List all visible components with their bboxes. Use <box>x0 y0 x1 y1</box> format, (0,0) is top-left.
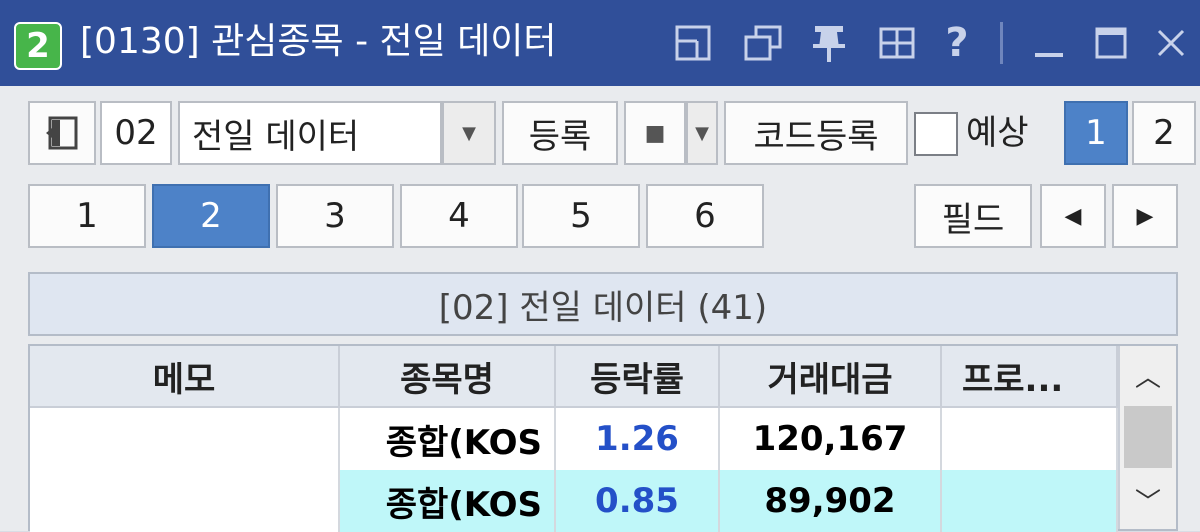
scroll-right-icon[interactable]: ▶ <box>1112 184 1178 248</box>
change-rate-cell: 1.26 <box>556 408 720 470</box>
title-separator <box>1000 22 1003 64</box>
window-number-badge: 2 <box>14 22 62 70</box>
layout-icon[interactable] <box>666 18 720 68</box>
group-header: [02] 전일 데이터 (41) <box>28 272 1178 336</box>
group-number-field[interactable]: 02 <box>100 101 172 165</box>
toggle-panel-button[interactable] <box>28 101 96 165</box>
code-register-button[interactable]: 코드등록 <box>724 101 908 165</box>
scroll-left-icon[interactable]: ◀ <box>1040 184 1106 248</box>
group-name-select[interactable]: 전일 데이터 <box>178 101 442 165</box>
table-row[interactable]: 종합(KOS 0.85 89,902 <box>30 470 1118 532</box>
page-tab-1[interactable]: 1 <box>1064 101 1128 165</box>
scroll-up-icon[interactable]: ︿ <box>1120 346 1176 404</box>
grid-icon[interactable] <box>870 18 924 68</box>
close-icon[interactable] <box>1146 18 1196 68</box>
side-panel-icon <box>46 116 78 150</box>
view-tab-5[interactable]: 5 <box>522 184 640 248</box>
view-tab-2[interactable]: 2 <box>152 184 270 248</box>
window-title: [0130] 관심종목 - 전일 데이터 <box>80 21 557 62</box>
maximize-icon[interactable] <box>1084 18 1138 68</box>
stock-name-cell: 종합(KOS <box>340 408 556 470</box>
program-cell <box>942 408 1118 470</box>
chevron-down-icon[interactable]: ▼ <box>442 101 496 165</box>
register-button[interactable]: 등록 <box>502 101 618 165</box>
color-marker-button[interactable]: ■ <box>624 101 686 165</box>
minimize-icon[interactable] <box>1024 18 1074 68</box>
trade-amount-cell: 89,902 <box>720 470 942 532</box>
view-tab-1[interactable]: 1 <box>28 184 146 248</box>
pin-icon[interactable] <box>804 18 854 68</box>
scrollbar-thumb[interactable] <box>1124 406 1172 468</box>
trade-amount-cell: 120,167 <box>720 408 942 470</box>
chevron-down-icon[interactable]: ▼ <box>686 101 718 165</box>
forecast-label: 예상 <box>966 113 1029 153</box>
memo-cell[interactable] <box>30 470 340 532</box>
column-header-change[interactable]: 등락률 <box>556 346 720 408</box>
page-tab-2[interactable]: 2 <box>1132 101 1196 165</box>
stock-name-cell: 종합(KOS <box>340 470 556 532</box>
help-icon[interactable]: ? <box>934 18 980 68</box>
scroll-down-icon[interactable]: ﹀ <box>1120 472 1176 528</box>
restore-window-icon[interactable] <box>736 18 790 68</box>
program-cell <box>942 470 1118 532</box>
watchlist-table: 메모 종목명 등락률 거래대금 프로... 종합(KOS 1.26 120,16… <box>28 344 1178 532</box>
column-header-name[interactable]: 종목명 <box>340 346 556 408</box>
view-tab-4[interactable]: 4 <box>400 184 518 248</box>
column-header-amount[interactable]: 거래대금 <box>720 346 942 408</box>
change-rate-cell: 0.85 <box>556 470 720 532</box>
memo-cell[interactable] <box>30 408 340 470</box>
field-button[interactable]: 필드 <box>914 184 1032 248</box>
table-row[interactable]: 종합(KOS 1.26 120,167 <box>30 408 1118 470</box>
view-tab-3[interactable]: 3 <box>276 184 394 248</box>
title-bar[interactable]: 2 [0130] 관심종목 - 전일 데이터 ? <box>0 0 1200 86</box>
vertical-scrollbar[interactable]: ︿ ﹀ <box>1118 346 1176 529</box>
forecast-checkbox[interactable] <box>914 112 958 156</box>
view-tab-6[interactable]: 6 <box>646 184 764 248</box>
column-header-program[interactable]: 프로... <box>942 346 1118 408</box>
column-header-memo[interactable]: 메모 <box>30 346 340 408</box>
